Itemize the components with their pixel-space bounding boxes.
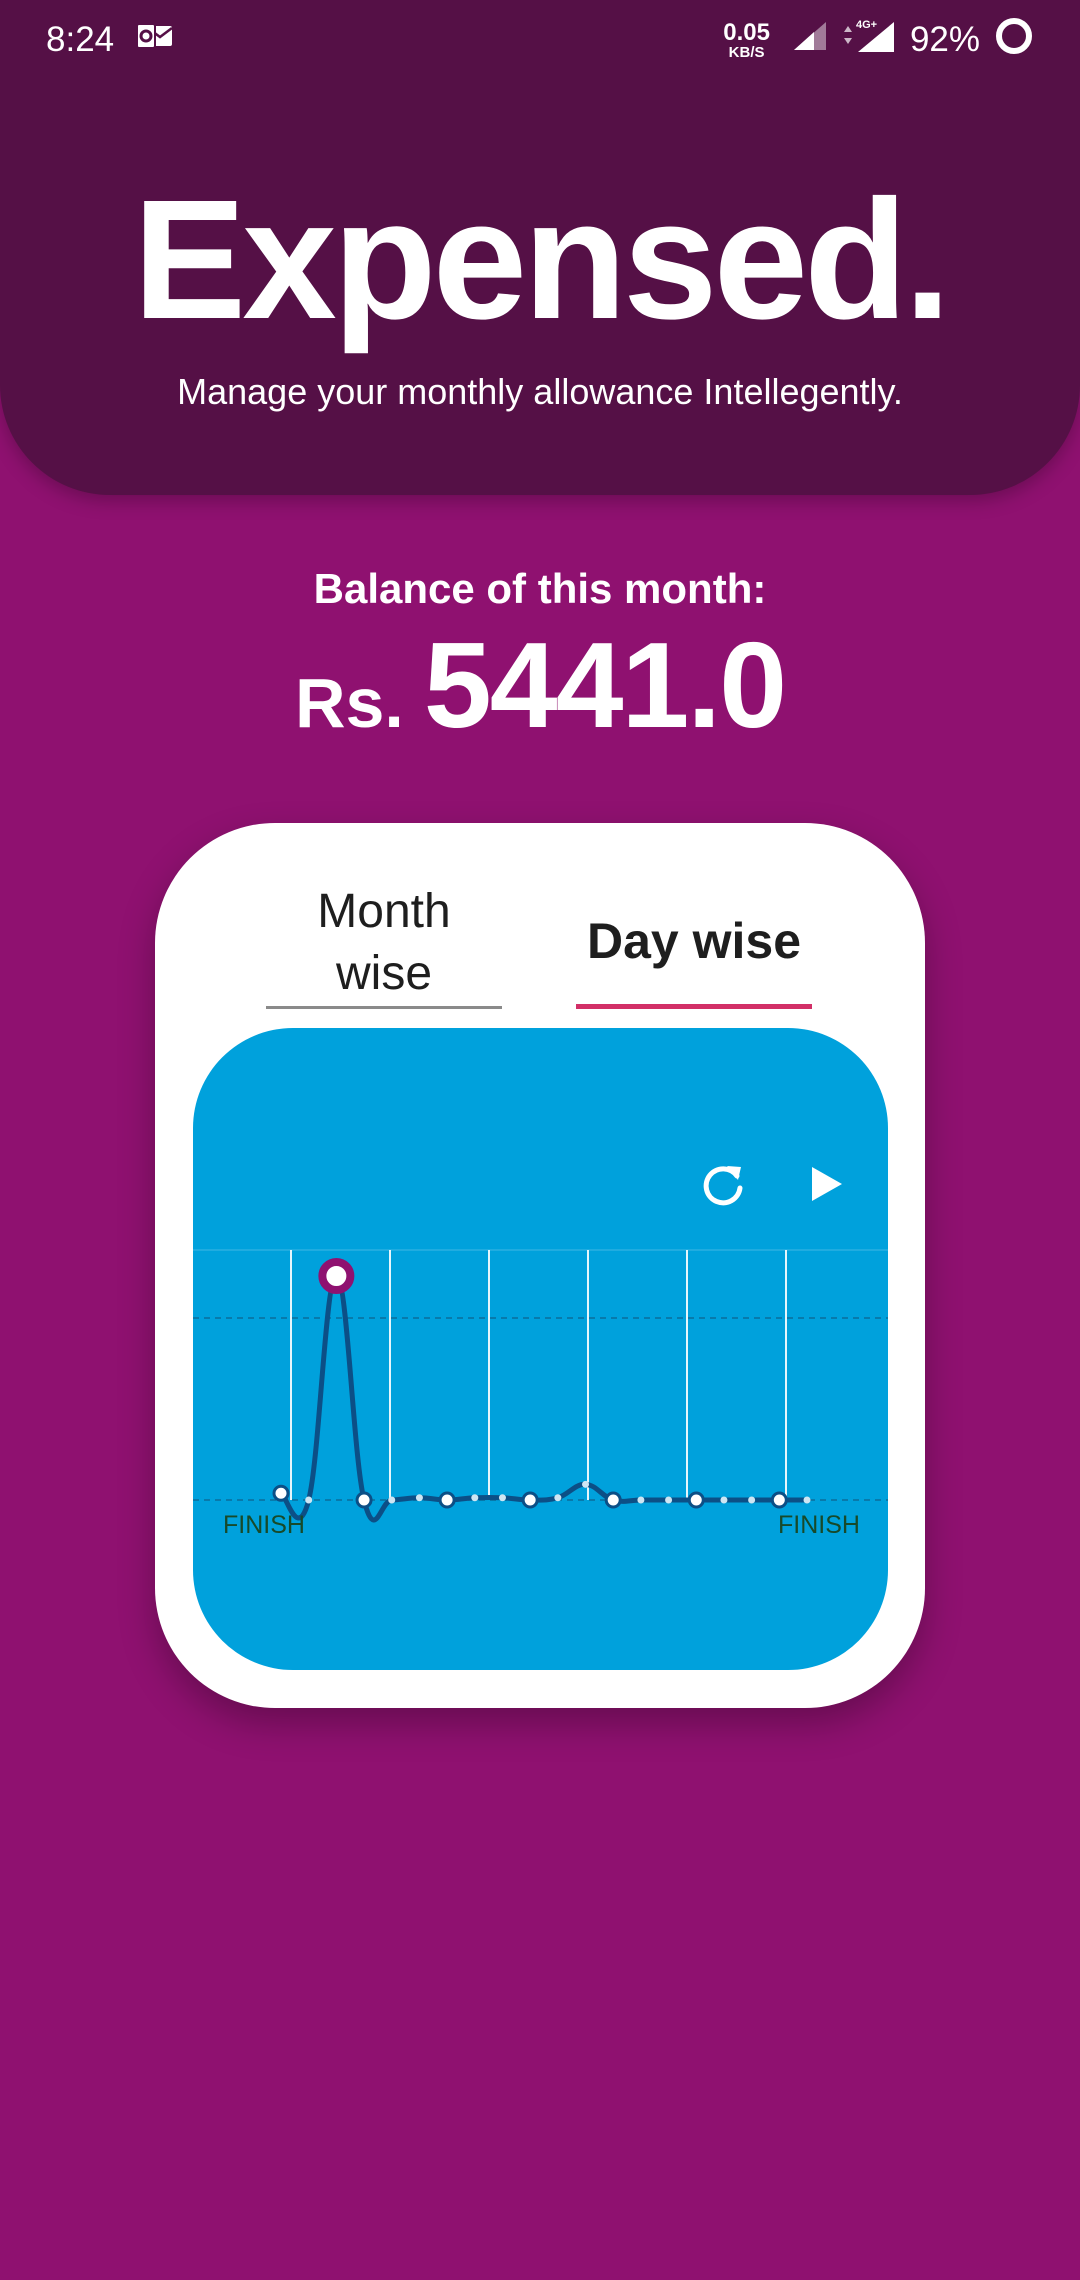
chart-point [770,1491,788,1509]
chart-points [272,1258,811,1509]
reload-icon[interactable] [693,1154,753,1214]
outlook-notification-icon [136,20,174,60]
chart-point-minor [388,1496,396,1504]
chart-point [272,1484,290,1502]
tab-day-wise-label: Day wise [586,913,801,969]
chart-svg [193,1249,888,1523]
app-subtitle: Manage your monthly allowance Intellegen… [177,371,903,412]
chart-grid [193,1249,888,1501]
chart-point [355,1491,373,1509]
expense-line-chart: FINISH FINISH [193,1028,888,1670]
signal-icon [792,20,828,61]
chart-point-minor [665,1496,673,1504]
chart-point-minor [803,1496,811,1504]
chart-point-minor [415,1494,423,1502]
chart-card: Month wise Day wise FINISH FINISH [155,823,925,1708]
status-time: 8:24 [46,20,115,59]
balance-display: Rs. 5441.0 [0,615,1080,755]
chart-point-minor [554,1494,562,1502]
chart-point [687,1491,705,1509]
series-line [279,1273,807,1523]
finish-label-left: FINISH [223,1511,305,1539]
signal-4g-icon: 4G+ [842,18,896,63]
status-bar: 8:24 0.05 KB/S 4G+ 92% [0,0,1080,80]
app-title: Expensed. [132,165,951,355]
chart-point [521,1491,539,1509]
tab-day-wise[interactable]: Day wise [576,878,812,1009]
chart-point-minor [637,1496,645,1504]
chart-point-minor [582,1480,590,1488]
chart-highlight-point [318,1258,355,1294]
network-speed: 0.05 KB/S [723,18,770,61]
tab-month-wise[interactable]: Month wise [266,878,502,1009]
chart-point-minor [720,1496,728,1504]
balance-label: Balance of this month: [313,565,767,612]
battery-ring-icon [994,16,1034,65]
finish-label-right: FINISH [778,1511,860,1539]
battery-level: 92% [909,20,980,59]
balance-currency: Rs. [294,664,404,742]
chart-point-minor [471,1494,479,1502]
chart-point [438,1491,456,1509]
balance-amount: 5441.0 [423,617,787,753]
tab-month-wise-label: Month wise [317,885,451,1000]
svg-text:4G+: 4G+ [856,19,877,31]
chart-point-minor [305,1496,313,1504]
chart-point [604,1491,622,1509]
chart-point-minor [498,1494,506,1502]
play-icon[interactable] [796,1154,856,1214]
chart-point-minor [748,1496,756,1504]
